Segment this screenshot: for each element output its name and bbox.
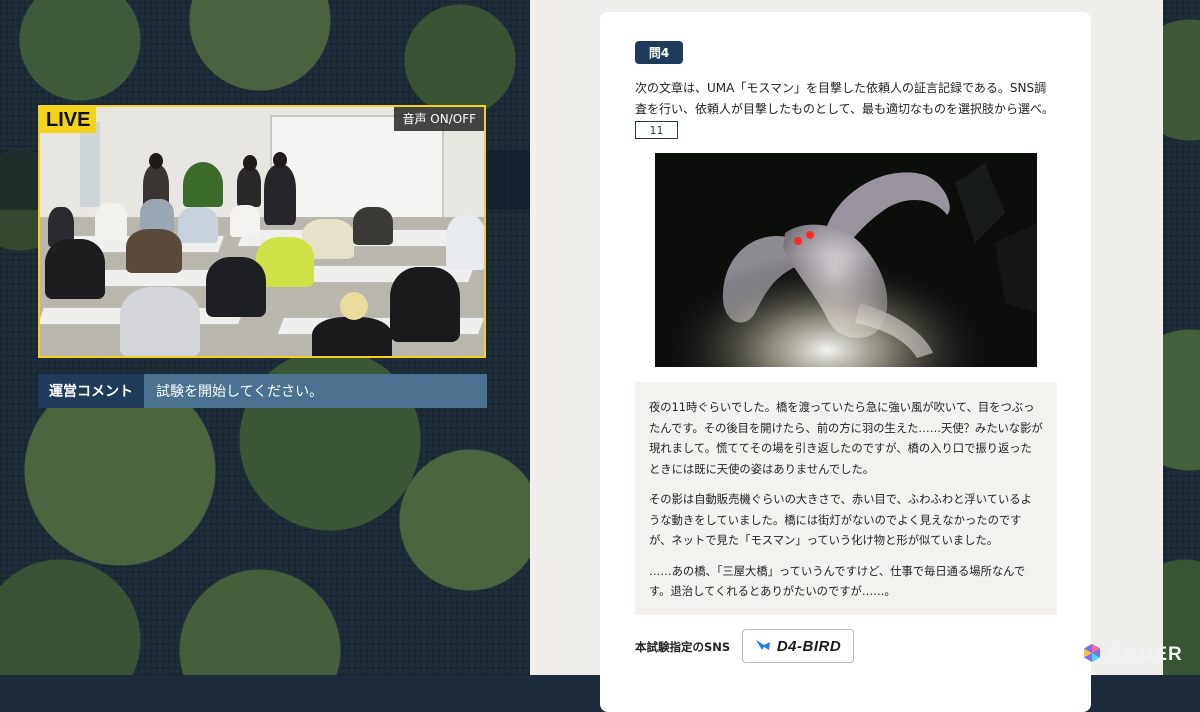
examinee-head	[340, 292, 368, 320]
answer-input[interactable]: 11	[635, 121, 678, 139]
examinee-figure	[120, 287, 200, 356]
examinee-figure	[206, 257, 266, 317]
proctor-head	[149, 153, 163, 169]
examinee-figure	[95, 203, 127, 239]
examinee-figure	[390, 267, 460, 342]
mothman-illustration	[655, 153, 1037, 367]
proctor-figure	[237, 167, 261, 207]
operator-comment-label: 運営コメント	[38, 374, 144, 408]
question-number-badge: 問4	[635, 41, 683, 64]
examinee-figure	[126, 229, 182, 273]
mothman-photo	[655, 153, 1037, 367]
potted-plant	[183, 162, 223, 207]
examinee-figure	[178, 207, 218, 243]
examinee-figure	[446, 215, 484, 270]
bird-icon	[755, 637, 771, 656]
examinee-figure	[230, 205, 260, 237]
live-badge: LIVE	[40, 107, 97, 133]
examinee-figure	[45, 239, 105, 299]
sns-link-button[interactable]: D4-BIRD	[742, 629, 854, 663]
sns-label: 本試験指定のSNS	[635, 640, 731, 654]
proctor-head	[273, 152, 287, 168]
audio-toggle-button[interactable]: 音声 ON/OFF	[394, 107, 484, 131]
operator-comment-text: 試験を開始してください。	[144, 374, 487, 408]
proctor-head	[243, 155, 257, 171]
testimony-paragraph: その影は自動販売機ぐらいの大きさで、赤い目で、ふわふわと浮いているような動きをし…	[649, 493, 1032, 547]
examinee-figure	[312, 317, 392, 356]
testimony-paragraph: 夜の11時ぐらいでした。橋を渡っていたら急に強い風が吹いて、目をつぶったんです。…	[649, 401, 1043, 476]
operator-comment-bar: 運営コメント 試験を開始してください。	[38, 374, 487, 408]
room-window	[80, 122, 100, 207]
gamer-logo-icon	[1082, 643, 1102, 667]
watermark-text: GAMER	[1107, 644, 1183, 665]
question-text: 次の文章は、UMA「モスマン」を目撃した依頼人の証言記録である。SNS調査を行い…	[635, 81, 1055, 116]
testimony-box: 夜の11時ぐらいでした。橋を渡っていたら急に強い風が吹いて、目をつぶったんです。…	[635, 382, 1057, 615]
gamer-watermark: GAMER	[1082, 643, 1183, 667]
testimony-paragraph: ……あの橋、「三屋大橋」っていうんですけど、仕事で毎日通る場所なんです。退治して…	[649, 564, 1026, 599]
sns-name: D4-BIRD	[776, 637, 842, 655]
live-video-feed: LIVE 音声 ON/OFF	[38, 105, 486, 358]
proctor-figure	[264, 165, 296, 225]
examinee-figure	[353, 207, 393, 245]
